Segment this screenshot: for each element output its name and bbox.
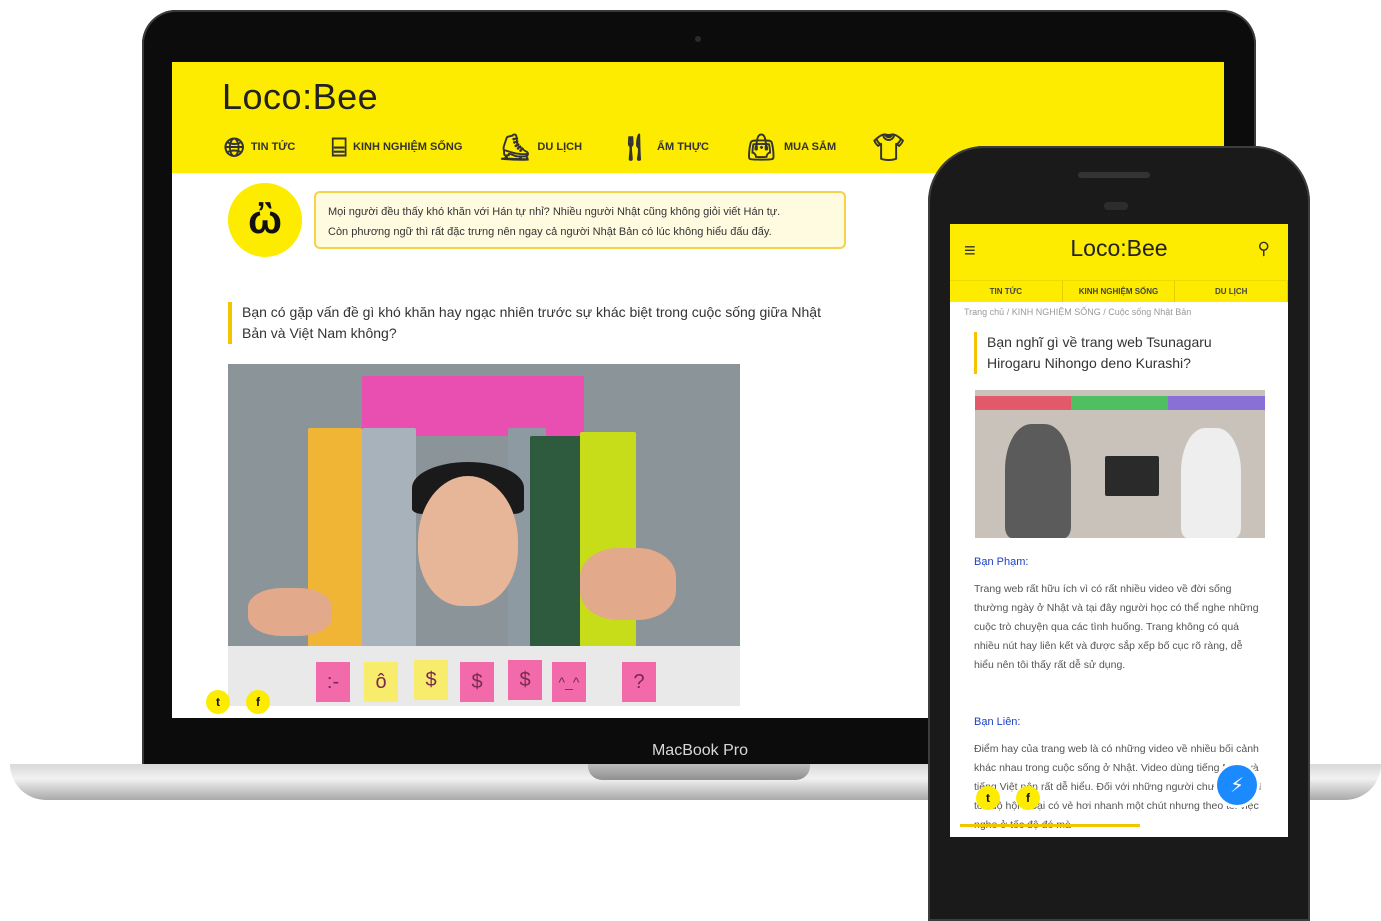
nav-item-du-lich[interactable]: ⛸︎ DU LỊCH xyxy=(498,134,582,160)
article-title: Bạn nghĩ gì về trang web Tsunagaru Hirog… xyxy=(974,332,1269,374)
device-label: MacBook Pro xyxy=(651,742,749,759)
sticky-note: :- xyxy=(316,662,350,702)
folder-gray xyxy=(362,428,416,656)
bubble-line: Còn phương ngữ thì rất đặc trưng nên nga… xyxy=(328,226,772,238)
facebook-icon: f xyxy=(1026,791,1030,805)
video-tab-bar xyxy=(1168,396,1265,410)
sticky-note: $ xyxy=(460,662,494,702)
video-tab-bar xyxy=(1071,396,1168,410)
facebook-share-button[interactable]: f xyxy=(246,690,270,714)
laptop-notch xyxy=(588,764,810,780)
site-logo[interactable]: Loco:Bee xyxy=(950,235,1288,262)
speech-bubble: Mọi người đều thấy khó khăn với Hán tự n… xyxy=(314,191,846,249)
commenter-name: Bạn Liên: xyxy=(974,716,1021,728)
bottom-accent-bar xyxy=(960,824,1140,827)
nav-item-am-thuc[interactable]: 🍴︎ ẨM THỰC xyxy=(618,134,709,160)
globe-icon: 🌐︎ xyxy=(224,132,245,162)
video-tab-bar xyxy=(975,396,1071,410)
breadcrumb[interactable]: Trang chủ / KINH NGHIỆM SỐNG / Cuộc sống… xyxy=(964,307,1191,317)
site-logo[interactable]: Loco:Bee xyxy=(222,76,378,118)
laptop-camera xyxy=(695,36,701,42)
nav-label: DU LỊCH xyxy=(537,141,583,153)
twitter-share-button[interactable]: t xyxy=(976,786,1000,810)
facebook-share-button[interactable]: f xyxy=(1016,786,1040,810)
twitter-icon: t xyxy=(216,695,220,709)
nav-item-mua-sam[interactable]: 👜︎ MUA SẮM xyxy=(745,134,836,160)
folder-lime xyxy=(580,432,636,656)
phone-speaker xyxy=(1078,172,1150,178)
monitor xyxy=(1105,456,1159,496)
mascot-avatar: ὢ xyxy=(228,183,302,257)
left-hand xyxy=(248,588,332,636)
nav-item-tin-tuc[interactable]: 🌐︎ TIN TỨC xyxy=(224,134,295,160)
search-icon[interactable]: ⚲ xyxy=(1258,239,1270,259)
comment-text: Trang web rất hữu ích vì có rất nhiều vi… xyxy=(974,583,1259,671)
tab-tin-tuc[interactable]: TIN TỨC xyxy=(950,281,1063,302)
shoe-icon: ⛸︎ xyxy=(498,132,532,162)
shopping-bag-icon: 👜︎ xyxy=(744,132,778,162)
twitter-icon: t xyxy=(986,791,990,805)
person-right xyxy=(1181,428,1241,538)
nav-label: ẨM THỰC xyxy=(657,141,709,153)
sticky-note: ? xyxy=(622,662,656,702)
person-left xyxy=(1005,424,1071,538)
shirt-icon: 👕︎ xyxy=(872,132,906,162)
commenter-name: Bạn Phạm: xyxy=(974,556,1029,568)
bubble-line: Mọi người đều thấy khó khăn với Hán tự n… xyxy=(328,206,781,218)
person-face xyxy=(418,476,518,606)
phone-sensor xyxy=(1104,202,1128,210)
nav-item-kinh-nghiem-song[interactable]: ⌸ KINH NGHIỆM SỐNG xyxy=(331,134,462,160)
article-image: :- ô $ $ $ ^_^ ? xyxy=(228,364,740,706)
tab-du-lich[interactable]: DU LỊCH xyxy=(1175,281,1288,302)
nav-label: KINH NGHIỆM SỐNG xyxy=(353,141,463,153)
sticky-note: ô xyxy=(364,662,398,702)
sticky-note: $ xyxy=(414,660,448,700)
messenger-chat-button[interactable]: ⚡ xyxy=(1214,762,1260,808)
mobile-header: ≡ Loco:Bee ⚲ xyxy=(950,224,1288,280)
nav-label: TIN TỨC xyxy=(250,141,296,153)
sticky-note: $ xyxy=(508,660,542,700)
twitter-share-button[interactable]: t xyxy=(206,690,230,714)
messenger-icon: ⚡ xyxy=(1229,774,1245,797)
stairs-icon: ⌸ xyxy=(331,132,347,162)
right-hand xyxy=(580,548,676,620)
phone-screen: ≡ Loco:Bee ⚲ TIN TỨC KINH NGHIỆM SỐNG DU… xyxy=(950,224,1288,837)
nav-label: MUA SẮM xyxy=(783,141,837,153)
sticky-note: ^_^ xyxy=(552,662,586,702)
nav-item-more[interactable]: 👕︎ xyxy=(872,134,911,160)
mobile-tabs: TIN TỨC KINH NGHIỆM SỐNG DU LỊCH xyxy=(950,280,1288,302)
folder-pink xyxy=(362,376,584,436)
article-question: Bạn có gặp vấn đề gì khó khăn hay ngạc n… xyxy=(228,302,848,344)
facebook-icon: f xyxy=(256,695,260,709)
tab-kinh-nghiem-song[interactable]: KINH NGHIỆM SỐNG xyxy=(1063,281,1176,302)
main-nav: 🌐︎ TIN TỨC ⌸ KINH NGHIỆM SỐNG ⛸︎ DU LỊCH… xyxy=(224,134,947,160)
cutlery-icon: 🍴︎ xyxy=(618,132,652,162)
video-thumbnail[interactable] xyxy=(975,390,1265,538)
